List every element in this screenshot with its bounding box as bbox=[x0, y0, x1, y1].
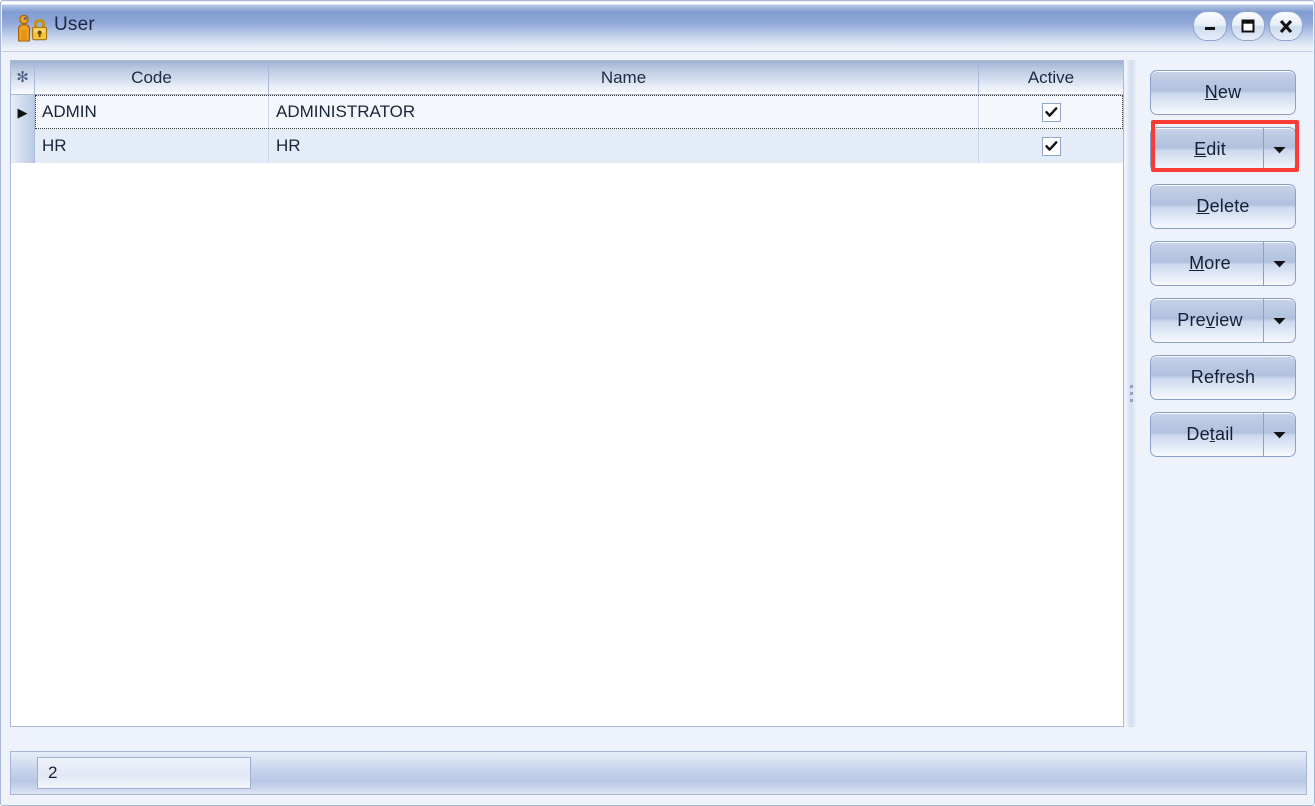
cell-code[interactable]: HR bbox=[35, 129, 269, 163]
grid-panel-splitter[interactable] bbox=[1127, 60, 1136, 727]
detail-dropdown-button[interactable] bbox=[1263, 413, 1295, 456]
detail-button[interactable]: Detail bbox=[1150, 412, 1296, 457]
column-header-active-label: Active bbox=[1027, 67, 1075, 87]
record-count-panel: 2 bbox=[37, 757, 251, 789]
splitter-dot bbox=[1130, 392, 1133, 395]
chevron-down-icon bbox=[1273, 260, 1286, 268]
row-indicator[interactable] bbox=[11, 129, 35, 163]
button-row-refresh: Refresh bbox=[1139, 349, 1307, 406]
asterisk-icon: ✻ bbox=[16, 69, 29, 86]
minimize-button[interactable] bbox=[1193, 11, 1227, 41]
cell-active[interactable] bbox=[979, 129, 1123, 163]
more-button-label: More bbox=[1189, 253, 1231, 273]
title-bar: User bbox=[2, 2, 1313, 52]
preview-button[interactable]: Preview bbox=[1150, 298, 1296, 343]
window-controls bbox=[1193, 11, 1303, 41]
new-button[interactable]: New bbox=[1150, 70, 1296, 115]
button-row-new: New bbox=[1139, 64, 1307, 121]
close-icon bbox=[1278, 19, 1294, 34]
cell-code[interactable]: ADMIN bbox=[35, 95, 269, 129]
minimize-icon bbox=[1203, 20, 1217, 32]
user-window: User ✻ Code Name Active ▶ ADMIN ADMINIST… bbox=[0, 0, 1315, 806]
current-row-arrow-icon: ▶ bbox=[17, 104, 28, 120]
chevron-down-icon bbox=[1273, 146, 1286, 154]
close-button[interactable] bbox=[1269, 11, 1303, 41]
edit-dropdown-button[interactable] bbox=[1263, 128, 1295, 171]
table-row[interactable]: HR HR bbox=[11, 129, 1123, 163]
refresh-button-label: Refresh bbox=[1190, 367, 1256, 387]
maximize-button[interactable] bbox=[1231, 11, 1265, 41]
more-dropdown-button[interactable] bbox=[1263, 242, 1295, 285]
edit-button-label: Edit bbox=[1194, 139, 1226, 159]
button-row-detail: Detail bbox=[1139, 406, 1307, 463]
preview-dropdown-button[interactable] bbox=[1263, 299, 1295, 342]
delete-button-label: Delete bbox=[1196, 196, 1250, 216]
maximize-icon bbox=[1240, 19, 1256, 33]
column-header-name-label: Name bbox=[600, 67, 647, 87]
button-row-preview: Preview bbox=[1139, 292, 1307, 349]
detail-button-label: Detail bbox=[1186, 424, 1234, 444]
active-checkbox[interactable] bbox=[1041, 102, 1061, 122]
edit-button[interactable]: Edit bbox=[1150, 127, 1296, 172]
cell-name[interactable]: ADMINISTRATOR bbox=[269, 95, 979, 129]
more-button[interactable]: More bbox=[1150, 241, 1296, 286]
column-header-name[interactable]: Name bbox=[269, 61, 979, 94]
active-checkbox[interactable] bbox=[1041, 136, 1061, 156]
user-lock-icon bbox=[15, 13, 49, 43]
grid-body: ▶ ADMIN ADMINISTRATOR HR HR bbox=[11, 95, 1123, 726]
new-button-label: New bbox=[1204, 82, 1242, 102]
row-indicator[interactable]: ▶ bbox=[11, 95, 35, 129]
splitter-dot bbox=[1130, 385, 1133, 388]
cell-name[interactable]: HR bbox=[269, 129, 979, 163]
window-title: User bbox=[54, 14, 95, 35]
refresh-button[interactable]: Refresh bbox=[1150, 355, 1296, 400]
chevron-down-icon bbox=[1273, 431, 1286, 439]
delete-button[interactable]: Delete bbox=[1150, 184, 1296, 229]
cell-active[interactable] bbox=[979, 95, 1123, 129]
chevron-down-icon bbox=[1273, 317, 1286, 325]
column-header-code-label: Code bbox=[131, 67, 172, 87]
splitter-dot bbox=[1130, 399, 1133, 402]
grid-indicator-header[interactable]: ✻ bbox=[11, 61, 35, 94]
action-button-panel: New Edit Delete More Preview Refresh Det… bbox=[1139, 60, 1307, 727]
column-header-code[interactable]: Code bbox=[35, 61, 269, 94]
preview-button-label: Preview bbox=[1177, 310, 1243, 330]
button-row-delete: Delete bbox=[1139, 178, 1307, 235]
column-header-active[interactable]: Active bbox=[979, 61, 1123, 94]
button-row-edit: Edit bbox=[1139, 121, 1307, 178]
table-row[interactable]: ▶ ADMIN ADMINISTRATOR bbox=[11, 95, 1123, 129]
status-bar: 2 bbox=[10, 751, 1307, 795]
grid-header-row: ✻ Code Name Active bbox=[11, 61, 1123, 95]
user-grid[interactable]: ✻ Code Name Active ▶ ADMIN ADMINISTRATOR bbox=[10, 60, 1124, 727]
button-row-more: More bbox=[1139, 235, 1307, 292]
